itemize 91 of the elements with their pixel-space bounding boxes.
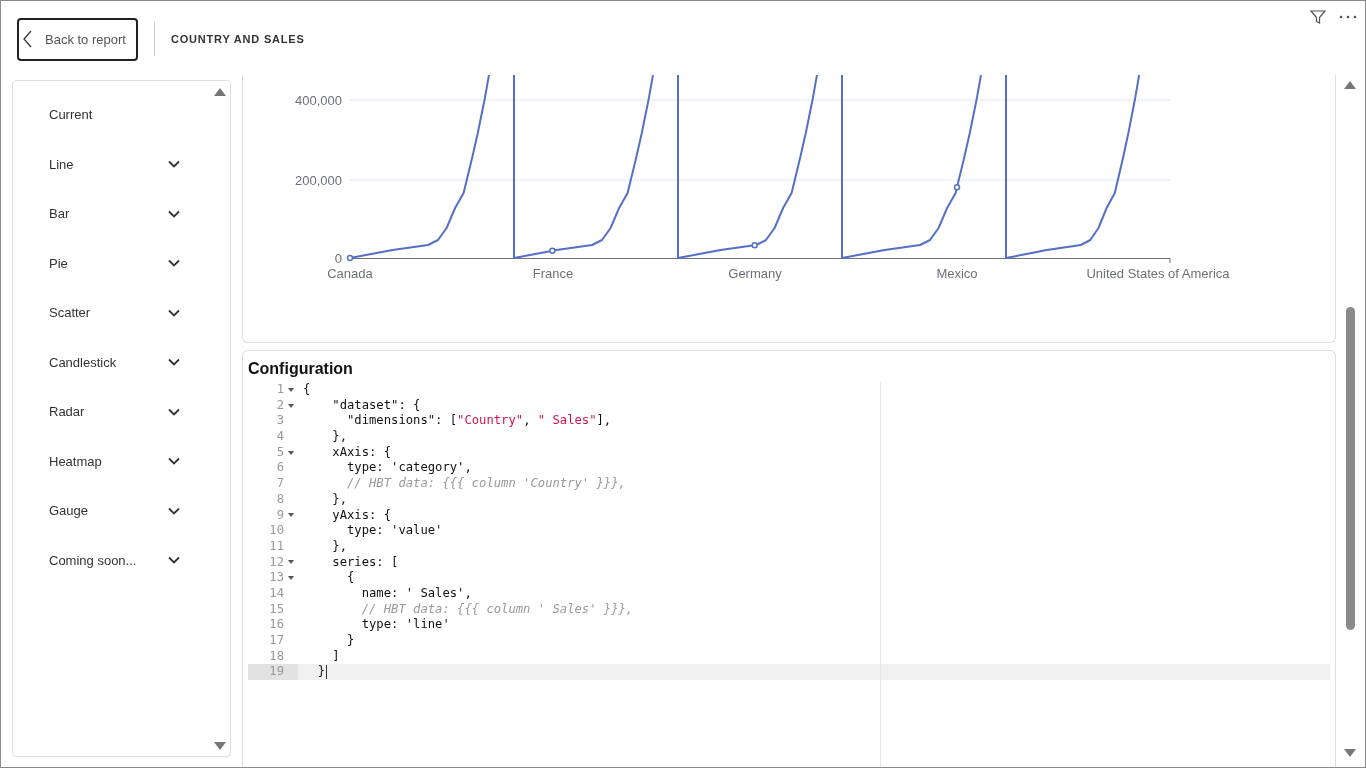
point-marker [346,254,354,262]
scroll-up-icon[interactable] [1344,81,1356,89]
y-axis-label: 0 [334,251,342,266]
scroll-up-icon[interactable] [214,88,226,96]
chevron-down-icon [168,556,180,565]
chart-type-item[interactable]: Candlestick [13,337,212,387]
chevron-down-icon [168,407,180,416]
fold-arrow-icon[interactable] [288,387,294,392]
code-text: } [346,633,355,649]
line-number: 6 [275,460,284,477]
fold-arrow-icon[interactable] [288,403,294,408]
fold-arrow-icon[interactable] [288,576,294,581]
more-options-icon[interactable] [1339,14,1357,20]
chart-type-item[interactable]: Bar [13,189,212,239]
line-number: 12 [268,554,284,571]
chevron-down-icon [168,358,180,367]
line-number: 1 [275,382,284,398]
string-literal: " Sales" [537,413,597,430]
chevron-down-icon [168,160,180,169]
scroll-down-icon[interactable] [1344,749,1356,757]
chart-type-item[interactable]: Pie [13,238,212,288]
code-comment: // HBT data: {{{ column 'Country' }}}, [346,476,626,492]
filter-icon[interactable] [1309,8,1327,26]
line-number: 10 [268,523,284,539]
line-number: 18 [268,648,284,665]
code-text: } [316,664,325,681]
chart-type-item[interactable]: Scatter [13,288,212,338]
x-axis-label: United States of America [1086,266,1230,281]
code-text: }, [331,538,348,555]
chart-type-item[interactable]: Current [13,90,212,140]
line-number: 11 [268,538,284,555]
code-text: "dataset": { [331,397,421,414]
x-axis-label: Germany [728,266,782,281]
line-number: 9 [275,507,284,524]
chevron-down-icon [168,308,180,317]
page-title: COUNTRY AND SALES [171,33,305,45]
code-text: xAxis: { [331,444,392,461]
y-axis-label: 200,000 [295,173,342,188]
code-text: }, [331,491,348,508]
line-number: 8 [275,491,284,508]
line-number: 7 [275,476,284,492]
chart-type-item[interactable]: Heatmap [13,436,212,486]
line-number: 19 [268,664,284,681]
code-text: "dimensions": [ [346,413,458,430]
code-text: name: ' Sales', [360,585,472,602]
chevron-down-icon [168,209,180,218]
chart-type-item[interactable]: Gauge [13,486,212,536]
x-axis-label: Canada [327,266,373,281]
x-axis-label: Mexico [936,266,978,281]
code-text: series: [ [331,554,399,571]
text-cursor [326,665,327,680]
code-text: ], [596,413,612,430]
scrollbar-thumb[interactable] [1345,307,1355,630]
chart-type-item[interactable]: Line [13,139,212,189]
code-text: type: 'category', [346,460,472,477]
fold-arrow-icon[interactable] [288,560,294,565]
line-number: 16 [268,617,284,633]
line-number: 2 [275,397,284,414]
code-text: type: 'line' [360,617,450,633]
code-text: , [523,413,532,430]
point-marker [549,247,556,255]
chart-type-item[interactable]: Radar [13,387,212,437]
string-literal: "Country" [457,413,524,430]
code-text: }, [331,429,348,445]
point-marker [953,183,961,191]
line-number: 15 [268,601,284,618]
line-number: 3 [275,413,284,430]
chevron-down-icon [168,506,180,515]
line-number: 5 [275,444,284,461]
chevron-down-icon [168,457,180,466]
code-comment: // HBT data: {{{ column ' Sales' }}}, [360,601,634,618]
x-axis-label: France [532,266,574,281]
code-text: yAxis: { [331,507,392,524]
chevron-left-icon [23,30,33,48]
code-text: { [346,570,355,586]
configuration-title: Configuration [248,359,354,379]
y-axis-label: 400,000 [295,93,342,108]
back-to-report-button[interactable]: Back to report [17,17,138,61]
code-text: ] [331,648,340,665]
fold-arrow-icon[interactable] [288,513,294,518]
line-number: 14 [268,585,284,602]
line-number: 13 [268,570,284,586]
line-number: 17 [268,633,284,649]
fold-arrow-icon[interactable] [288,450,294,455]
line-number: 4 [275,429,284,445]
code-text: { [303,382,311,398]
scroll-down-icon[interactable] [214,742,226,750]
code-text: type: 'value' [346,523,443,539]
point-marker [751,241,758,249]
chart-type-item[interactable]: Coming soon... [13,535,212,585]
chevron-down-icon [168,259,180,268]
